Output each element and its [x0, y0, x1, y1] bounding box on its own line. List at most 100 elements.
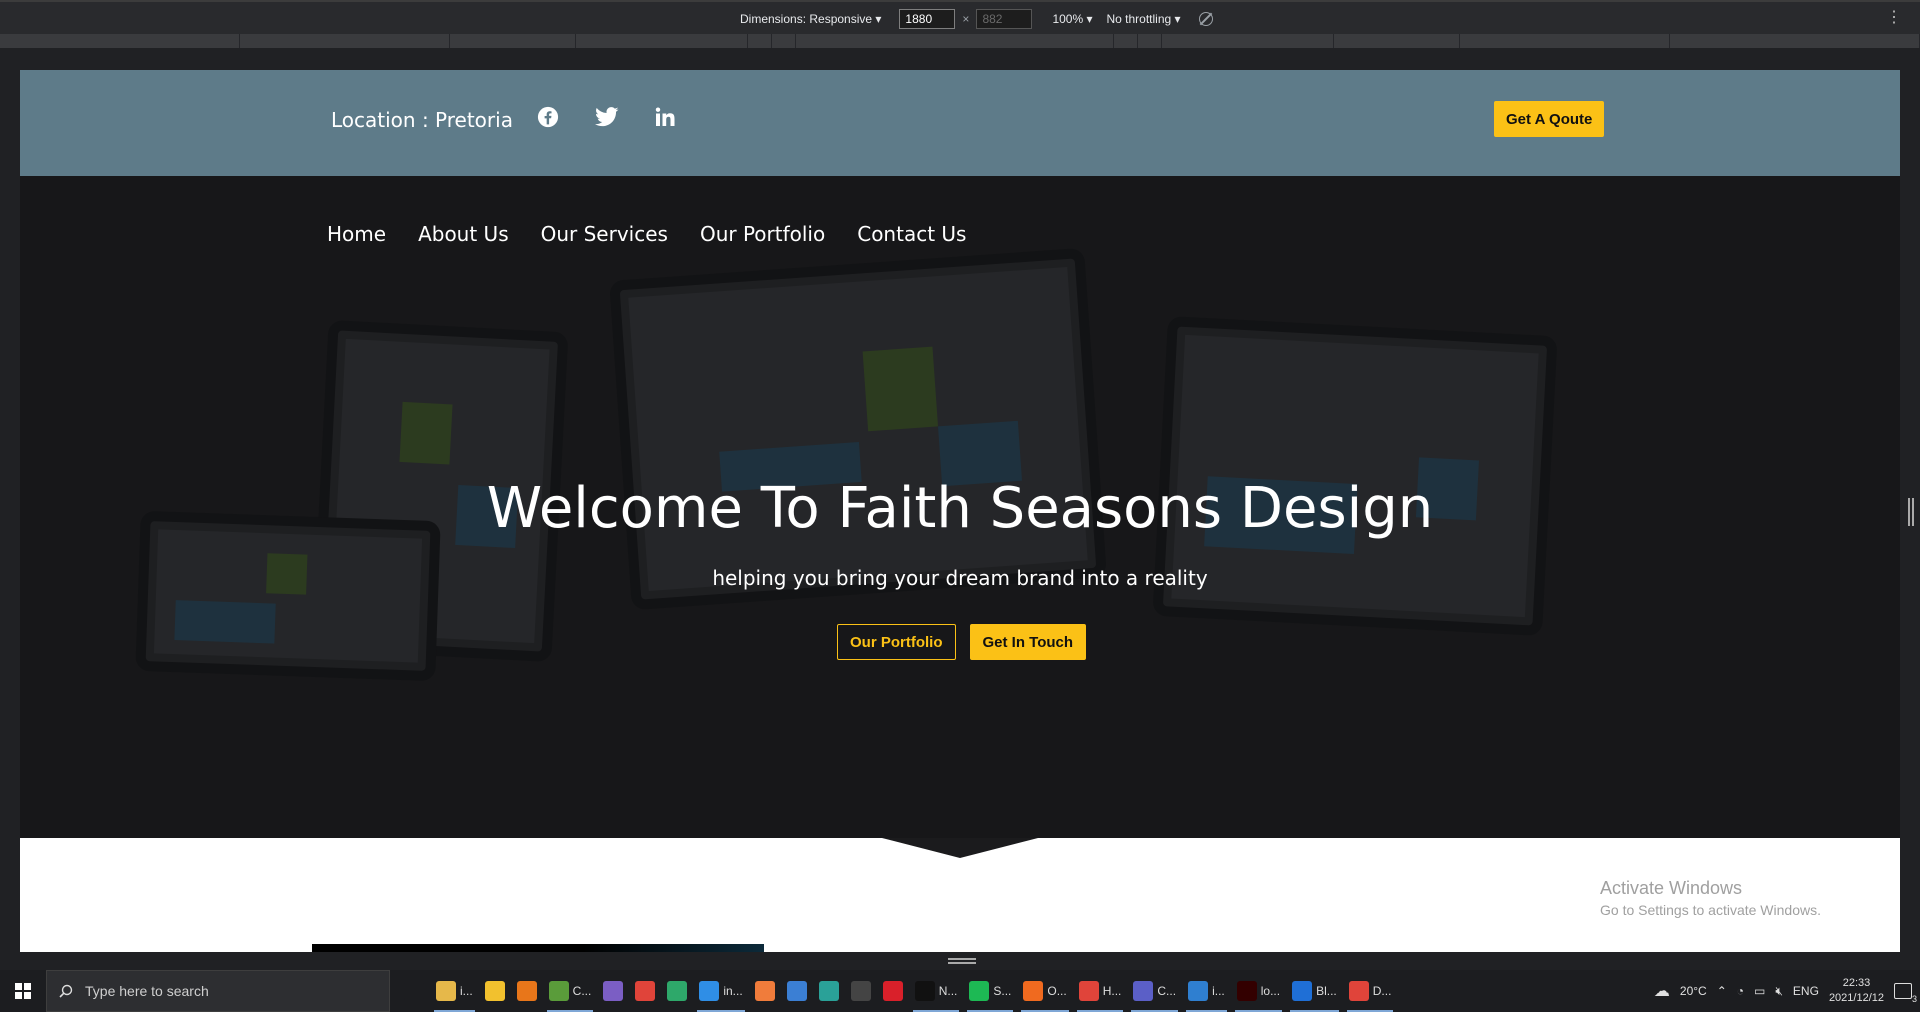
dimensions-dropdown[interactable]: Dimensions: Responsive: [740, 12, 881, 26]
vscode-icon: [699, 981, 720, 1001]
get-quote-button[interactable]: Get A Qoute: [1494, 101, 1605, 137]
music-note-icon: [786, 981, 807, 1001]
taskbar-app-cmd[interactable]: C...: [543, 970, 598, 1012]
our-portfolio-button[interactable]: Our Portfolio: [837, 624, 956, 660]
taskbar-app-chrome[interactable]: [629, 970, 661, 1012]
zoom-dropdown[interactable]: 100%: [1052, 12, 1092, 26]
taskbar-app-label: D...: [1372, 984, 1392, 998]
taskbar-app-label: in...: [723, 984, 743, 998]
clock-time: 22:33: [1842, 977, 1871, 989]
throttling-dropdown[interactable]: No throttling: [1107, 12, 1181, 26]
taskbar-app-three[interactable]: [813, 970, 845, 1012]
watermark-title: Activate Windows: [1600, 878, 1743, 898]
taskbar-app-origin[interactable]: O...: [1017, 970, 1072, 1012]
volume-icon[interactable]: 🔇︎: [1775, 984, 1783, 999]
nav-our-services[interactable]: Our Services: [541, 222, 668, 246]
taskbar-app-vlc[interactable]: [511, 970, 543, 1012]
width-input[interactable]: [899, 9, 956, 29]
cmd-icon: [548, 981, 569, 1001]
vlc-icon: [516, 981, 537, 1001]
height-input[interactable]: [976, 9, 1033, 29]
twitter-icon[interactable]: [595, 107, 619, 127]
taskbar-app-maps[interactable]: [661, 970, 693, 1012]
section-image: [312, 944, 764, 952]
rotate-icon[interactable]: [1198, 12, 1213, 26]
social-links: [537, 106, 675, 128]
nav-our-portfolio[interactable]: Our Portfolio: [700, 222, 825, 246]
nav-contact-us[interactable]: Contact Us: [857, 222, 966, 246]
search-icon: [59, 984, 73, 998]
taskbar-app-label: lo...: [1260, 984, 1281, 998]
taskbar-app-label: O...: [1047, 984, 1067, 998]
taskbar-app-xampp[interactable]: [749, 970, 781, 1012]
chrome-icon: [1078, 981, 1099, 1001]
weather-temp[interactable]: 20°C: [1680, 984, 1707, 998]
taskbar-app-label: Bl...: [1316, 984, 1337, 998]
taskbar-app-chrome[interactable]: H...: [1073, 970, 1128, 1012]
chevron-up-icon[interactable]: ⌃: [1717, 984, 1727, 998]
taskbar-apps: i... C... in... N... S... O... H... C... i... lo.…: [398, 970, 1397, 1012]
chrome-icon: [1348, 981, 1369, 1001]
start-button[interactable]: [0, 970, 46, 1012]
viewport-bottom-resize-handle[interactable]: [948, 958, 976, 964]
maps-icon: [667, 981, 688, 1001]
taskbar-search[interactable]: Type here to search: [46, 970, 390, 1012]
taskbar-app-chrome[interactable]: D...: [1343, 970, 1398, 1012]
notification-center-icon[interactable]: 3: [1894, 983, 1917, 1004]
taskbar-app-media-player[interactable]: [479, 970, 511, 1012]
unity-icon: [850, 981, 871, 1001]
media-query-ruler[interactable]: [0, 34, 1920, 48]
clock[interactable]: 22:33 2021/12/12: [1829, 976, 1884, 1006]
search-placeholder: Type here to search: [85, 983, 209, 999]
chrome-icon: [635, 981, 656, 1001]
taskbar-app-spotify[interactable]: S...: [963, 970, 1017, 1012]
viewport-height-resize-handle[interactable]: [1908, 498, 1914, 526]
notification-count: 3: [1911, 994, 1917, 1004]
taskbar-app-music-note[interactable]: [781, 970, 813, 1012]
battery-icon[interactable]: ▭: [1754, 984, 1765, 998]
taskbar-app-opera[interactable]: [877, 970, 909, 1012]
teams-icon: [1133, 981, 1154, 1001]
wifi-icon[interactable]: ◔: [1737, 984, 1744, 998]
taskbar-app-teams[interactable]: C...: [1127, 970, 1182, 1012]
taskbar-app-label: N...: [938, 984, 958, 998]
taskbar-app-label: i...: [460, 984, 473, 998]
nav-about-us[interactable]: About Us: [418, 222, 509, 246]
taskbar-app-label: C...: [1157, 984, 1177, 998]
taskbar-app-vscode[interactable]: in...: [693, 970, 748, 1012]
watermark-subtitle: Go to Settings to activate Windows.: [1600, 902, 1821, 918]
hero-section: Home About Us Our Services Our Portfolio…: [20, 176, 1900, 838]
taskbar-app-illustrator[interactable]: lo...: [1231, 970, 1286, 1012]
task-view-icon: [404, 981, 424, 1001]
taskbar-app-unity[interactable]: [845, 970, 877, 1012]
get-in-touch-button[interactable]: Get In Touch: [969, 624, 1087, 660]
nav-home[interactable]: Home: [327, 222, 386, 246]
facebook-icon[interactable]: [537, 106, 559, 128]
device-controls: Dimensions: Responsive × 100% No throttl…: [740, 9, 1213, 29]
section-divider-notch: [882, 838, 1038, 858]
media-player-icon: [484, 981, 505, 1001]
hero-title: Welcome To Faith Seasons Design: [486, 476, 1434, 541]
visual-studio-icon: [603, 981, 624, 1001]
taskbar-app-photos[interactable]: i...: [1182, 970, 1231, 1012]
windows-logo-icon: [15, 983, 31, 999]
language-indicator[interactable]: ENG: [1793, 984, 1819, 998]
main-nav: Home About Us Our Services Our Portfolio…: [327, 222, 966, 246]
taskbar-app-label: S...: [993, 984, 1012, 998]
taskbar-app-label: H...: [1102, 984, 1122, 998]
taskbar-app-netflix[interactable]: N...: [909, 970, 964, 1012]
taskbar-app-label: i...: [1212, 984, 1225, 998]
three-icon: [818, 981, 839, 1001]
taskbar-app-bluetooth[interactable]: Bl...: [1286, 970, 1343, 1012]
illustrator-icon: [1236, 981, 1257, 1001]
taskbar-app-file-explorer[interactable]: i...: [430, 970, 479, 1012]
devtools-device-toolbar: Dimensions: Responsive × 100% No throttl…: [0, 0, 1920, 34]
times-sign: ×: [962, 12, 970, 26]
file-explorer-icon: [436, 981, 456, 1001]
taskbar-app-task-view[interactable]: [398, 970, 430, 1012]
taskbar-app-visual-studio[interactable]: [597, 970, 629, 1012]
system-tray: ☁ 20°C ⌃ ◔ ▭ 🔇︎ ENG 22:33 2021/12/12 3: [1654, 970, 1920, 1012]
linkedin-icon[interactable]: [655, 107, 675, 127]
kebab-icon[interactable]: ⋮: [1886, 7, 1902, 27]
weather-icon[interactable]: ☁: [1654, 981, 1670, 1001]
